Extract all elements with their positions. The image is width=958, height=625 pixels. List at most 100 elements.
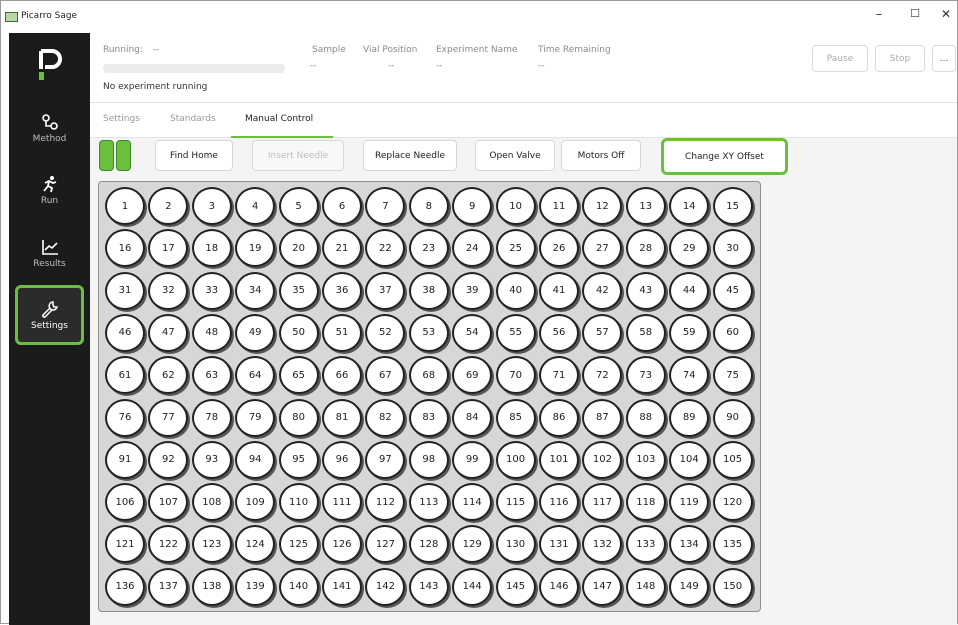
vial-14[interactable]: 14 [669, 187, 710, 225]
vial-23[interactable]: 23 [408, 229, 449, 268]
vial-48[interactable]: 48 [191, 313, 232, 352]
vial-9[interactable]: 9 [452, 187, 493, 225]
vial-98[interactable]: 98 [408, 440, 449, 479]
find-home-button[interactable]: Find Home [155, 140, 233, 171]
sidebar-item-method[interactable]: Method [15, 101, 84, 155]
maximize-button[interactable]: ☐ [905, 7, 925, 20]
vial-60[interactable]: 60 [712, 313, 753, 352]
vial-97[interactable]: 97 [365, 440, 406, 479]
vial-74[interactable]: 74 [669, 356, 710, 395]
motors-off-button[interactable]: Motors Off [561, 140, 641, 171]
vial-119[interactable]: 119 [669, 483, 710, 522]
vial-57[interactable]: 57 [582, 313, 623, 352]
vial-104[interactable]: 104 [669, 440, 710, 479]
vial-62[interactable]: 62 [148, 356, 189, 395]
vial-61[interactable]: 61 [105, 356, 145, 395]
vial-25[interactable]: 25 [495, 229, 536, 268]
tab-standards[interactable]: Standards [170, 114, 216, 124]
minimize-button[interactable]: – [869, 7, 889, 22]
vial-51[interactable]: 51 [322, 313, 362, 352]
vial-114[interactable]: 114 [452, 483, 493, 522]
vial-123[interactable]: 123 [191, 525, 232, 564]
vial-56[interactable]: 56 [539, 313, 579, 352]
vial-105[interactable]: 105 [712, 440, 753, 479]
vial-59[interactable]: 59 [669, 313, 710, 352]
vial-47[interactable]: 47 [148, 313, 189, 352]
vial-42[interactable]: 42 [582, 271, 623, 310]
vial-93[interactable]: 93 [191, 440, 232, 479]
vial-10[interactable]: 10 [495, 187, 536, 225]
vial-139[interactable]: 139 [235, 567, 276, 606]
vial-143[interactable]: 143 [408, 567, 449, 606]
sidebar-item-settings[interactable]: Settings [15, 285, 84, 345]
vial-1[interactable]: 1 [105, 187, 145, 225]
vial-20[interactable]: 20 [278, 229, 319, 268]
vial-99[interactable]: 99 [452, 440, 493, 479]
vial-6[interactable]: 6 [322, 187, 362, 225]
vial-39[interactable]: 39 [452, 271, 493, 310]
vial-13[interactable]: 13 [625, 187, 666, 225]
vial-43[interactable]: 43 [625, 271, 666, 310]
vial-106[interactable]: 106 [105, 483, 145, 522]
replace-needle-button[interactable]: Replace Needle [363, 140, 457, 171]
vial-63[interactable]: 63 [191, 356, 232, 395]
vial-46[interactable]: 46 [105, 313, 145, 352]
vial-31[interactable]: 31 [105, 271, 145, 310]
vial-121[interactable]: 121 [105, 525, 145, 564]
vial-30[interactable]: 30 [712, 229, 753, 268]
vial-129[interactable]: 129 [452, 525, 493, 564]
vial-130[interactable]: 130 [495, 525, 536, 564]
vial-17[interactable]: 17 [148, 229, 189, 268]
vial-70[interactable]: 70 [495, 356, 536, 395]
vial-22[interactable]: 22 [365, 229, 406, 268]
stop-button[interactable]: Stop [875, 45, 925, 72]
vial-58[interactable]: 58 [625, 313, 666, 352]
vial-44[interactable]: 44 [669, 271, 710, 310]
vial-94[interactable]: 94 [235, 440, 276, 479]
vial-95[interactable]: 95 [278, 440, 319, 479]
vial-118[interactable]: 118 [625, 483, 666, 522]
vial-88[interactable]: 88 [625, 398, 666, 437]
vial-113[interactable]: 113 [408, 483, 449, 522]
vial-5[interactable]: 5 [278, 187, 319, 225]
sidebar-item-run[interactable]: Run [15, 163, 84, 217]
vial-83[interactable]: 83 [408, 398, 449, 437]
vial-137[interactable]: 137 [148, 567, 189, 606]
vial-116[interactable]: 116 [539, 483, 579, 522]
vial-133[interactable]: 133 [625, 525, 666, 564]
vial-89[interactable]: 89 [669, 398, 710, 437]
vial-120[interactable]: 120 [712, 483, 753, 522]
vial-109[interactable]: 109 [235, 483, 276, 522]
vial-35[interactable]: 35 [278, 271, 319, 310]
vial-142[interactable]: 142 [365, 567, 406, 606]
vial-38[interactable]: 38 [408, 271, 449, 310]
vial-77[interactable]: 77 [148, 398, 189, 437]
vial-108[interactable]: 108 [191, 483, 232, 522]
vial-126[interactable]: 126 [322, 525, 362, 564]
vial-138[interactable]: 138 [191, 567, 232, 606]
insert-needle-button[interactable]: Insert Needle [252, 140, 344, 171]
vial-90[interactable]: 90 [712, 398, 753, 437]
vial-28[interactable]: 28 [625, 229, 666, 268]
vial-21[interactable]: 21 [322, 229, 362, 268]
vial-86[interactable]: 86 [539, 398, 579, 437]
vial-127[interactable]: 127 [365, 525, 406, 564]
vial-103[interactable]: 103 [625, 440, 666, 479]
vial-64[interactable]: 64 [235, 356, 276, 395]
vial-112[interactable]: 112 [365, 483, 406, 522]
vial-134[interactable]: 134 [669, 525, 710, 564]
vial-24[interactable]: 24 [452, 229, 493, 268]
vial-50[interactable]: 50 [278, 313, 319, 352]
vial-27[interactable]: 27 [582, 229, 623, 268]
vial-36[interactable]: 36 [322, 271, 362, 310]
tab-manual-control[interactable]: Manual Control [245, 114, 313, 124]
vial-128[interactable]: 128 [408, 525, 449, 564]
vial-82[interactable]: 82 [365, 398, 406, 437]
vial-52[interactable]: 52 [365, 313, 406, 352]
vial-65[interactable]: 65 [278, 356, 319, 395]
vial-146[interactable]: 146 [539, 567, 579, 606]
pause-button[interactable]: Pause [812, 45, 868, 72]
vial-76[interactable]: 76 [105, 398, 145, 437]
vial-49[interactable]: 49 [235, 313, 276, 352]
vial-12[interactable]: 12 [582, 187, 623, 225]
